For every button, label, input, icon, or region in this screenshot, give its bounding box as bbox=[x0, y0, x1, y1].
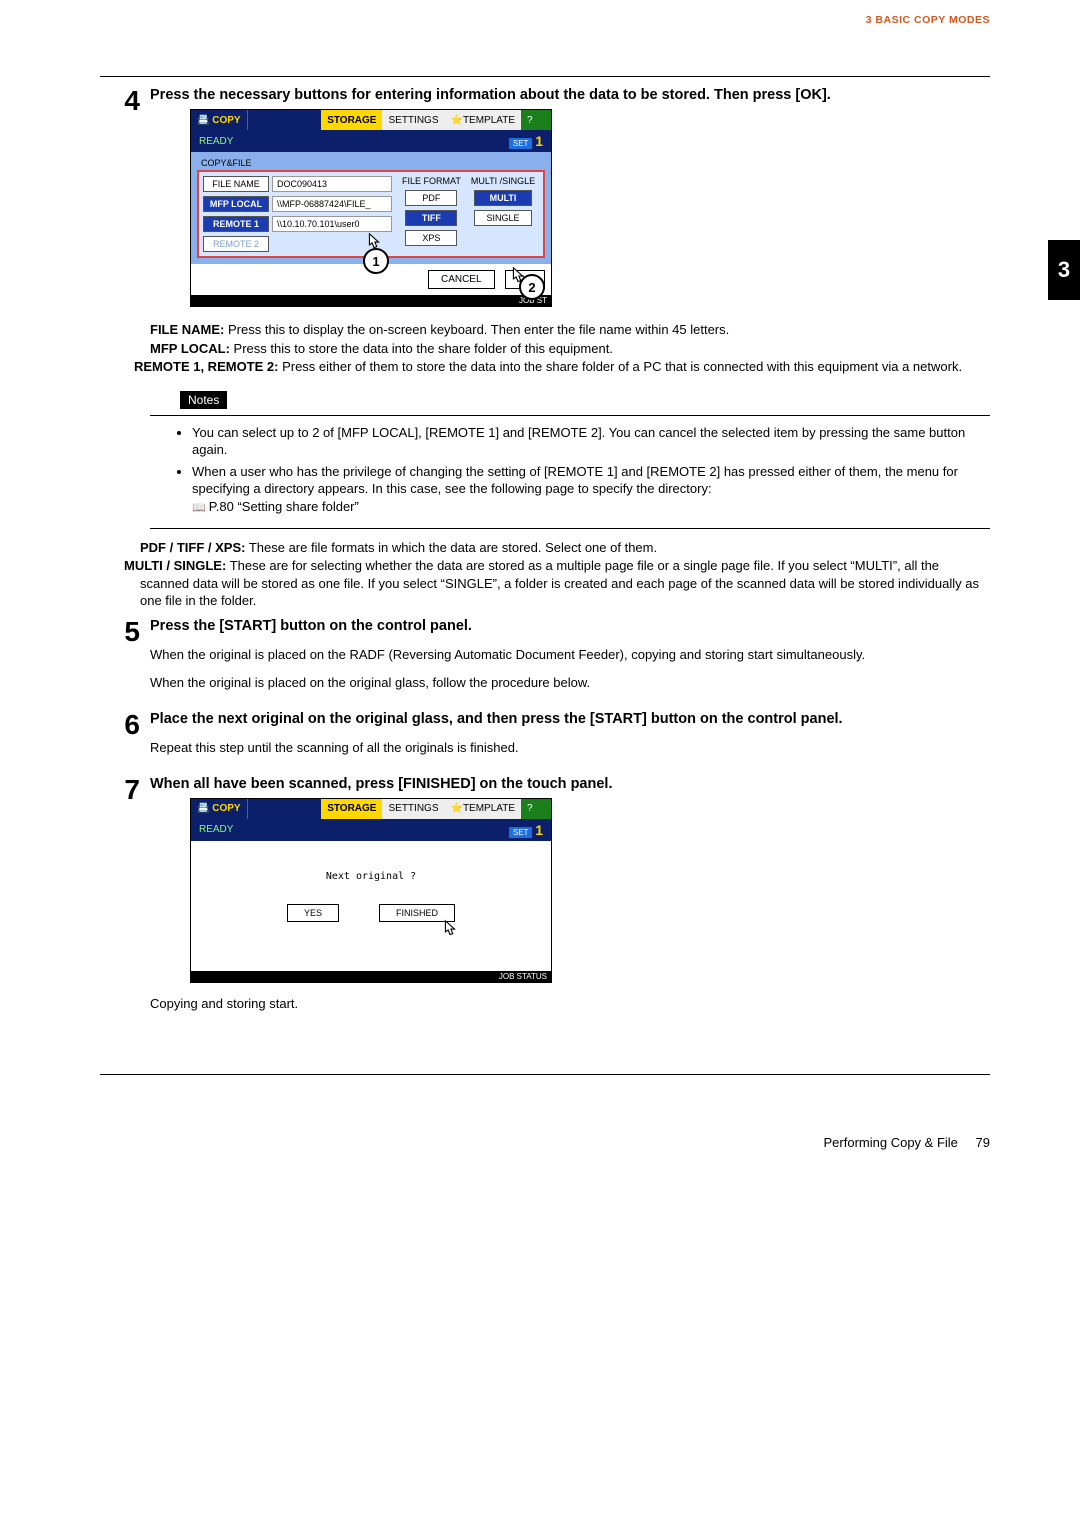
format-xps-button[interactable]: XPS bbox=[405, 230, 457, 246]
set-label: SET bbox=[509, 827, 533, 838]
mfp-local-button[interactable]: MFP LOCAL bbox=[203, 196, 269, 212]
tab-storage[interactable]: STORAGE bbox=[321, 799, 382, 819]
remote1-button[interactable]: REMOTE 1 bbox=[203, 216, 269, 232]
single-button[interactable]: SINGLE bbox=[474, 210, 532, 226]
book-ref-icon bbox=[192, 499, 209, 514]
tab-settings[interactable]: SETTINGS bbox=[382, 110, 444, 130]
format-tiff-button[interactable]: TIFF bbox=[405, 210, 457, 226]
def-format-text: These are file formats in which the data… bbox=[245, 540, 657, 555]
note-item: You can select up to 2 of [MFP LOCAL], [… bbox=[192, 424, 982, 459]
step-number: 6 bbox=[100, 711, 150, 768]
def-multisingle-label: MULTI / SINGLE: bbox=[124, 558, 226, 573]
tab-copy[interactable]: 📇 COPY bbox=[191, 799, 248, 819]
remote1-path: \\10.10.70.101\user0 bbox=[272, 216, 392, 232]
step-7-title: When all have been scanned, press [FINIS… bbox=[150, 776, 990, 792]
def-multisingle-text: These are for selecting whether the data… bbox=[140, 558, 979, 608]
step-7-text: Copying and storing start. bbox=[150, 996, 990, 1011]
file-format-header: FILE FORMAT bbox=[402, 176, 461, 186]
set-count: 1 bbox=[535, 822, 543, 838]
copier-panel-next-original: 📇 COPY STORAGE SETTINGS ⭐TEMPLATE ? READ… bbox=[190, 798, 552, 983]
pointer-icon bbox=[439, 919, 461, 941]
def-file-name-label: FILE NAME: bbox=[150, 322, 224, 337]
job-status-button[interactable]: JOB STATUS bbox=[499, 972, 547, 981]
cancel-button[interactable]: CANCEL bbox=[428, 270, 495, 289]
yes-button[interactable]: YES bbox=[287, 904, 339, 922]
step-4-title: Press the necessary buttons for entering… bbox=[150, 87, 990, 103]
copy-icon: 📇 bbox=[197, 115, 209, 126]
callout-2: 2 bbox=[519, 274, 545, 300]
remote2-button[interactable]: REMOTE 2 bbox=[203, 236, 269, 252]
step-number: 4 bbox=[100, 87, 150, 317]
notes-box: You can select up to 2 of [MFP LOCAL], [… bbox=[150, 415, 990, 529]
tab-template[interactable]: ⭐TEMPLATE bbox=[445, 799, 522, 819]
mfp-local-path: \\MFP-06887424\FILE_ bbox=[272, 196, 392, 212]
tab-copy[interactable]: 📇 COPY bbox=[191, 110, 248, 130]
file-name-button[interactable]: FILE NAME bbox=[203, 176, 269, 192]
copy-icon: 📇 bbox=[197, 803, 209, 814]
step-5-text: When the original is placed on the RADF … bbox=[150, 647, 990, 662]
note-item: When a user who has the privilege of cha… bbox=[192, 463, 982, 516]
step-number: 5 bbox=[100, 618, 150, 703]
multi-button[interactable]: MULTI bbox=[474, 190, 532, 206]
tab-help[interactable]: ? bbox=[521, 799, 551, 819]
step-number: 7 bbox=[100, 776, 150, 1024]
step-6-title: Place the next original on the original … bbox=[150, 711, 990, 727]
set-label: SET bbox=[509, 138, 533, 149]
copier-panel-storage: 📇 COPY STORAGE SETTINGS ⭐TEMPLATE ? READ… bbox=[190, 109, 552, 307]
status-ready: READY bbox=[199, 136, 233, 147]
mode-sublabel: COPY&FILE bbox=[201, 158, 545, 168]
def-format-label: PDF / TIFF / XPS: bbox=[140, 540, 245, 555]
chapter-tab: 3 bbox=[1048, 240, 1080, 300]
bottom-rule bbox=[100, 1074, 990, 1075]
footer-page-number: 79 bbox=[976, 1135, 990, 1150]
set-count: 1 bbox=[535, 133, 543, 149]
def-mfp-local-label: MFP LOCAL: bbox=[150, 341, 230, 356]
next-original-message: Next original ? bbox=[191, 841, 551, 882]
file-name-field[interactable]: DOC090413 bbox=[272, 176, 392, 192]
note-ref: P.80 “Setting share folder” bbox=[209, 499, 359, 514]
header-breadcrumb: 3 BASIC COPY MODES bbox=[100, 14, 990, 26]
multi-single-header: MULTI /SINGLE bbox=[471, 176, 535, 186]
callout-1: 1 bbox=[363, 248, 389, 274]
step-6-text: Repeat this step until the scanning of a… bbox=[150, 740, 990, 755]
def-remote-label: REMOTE 1, REMOTE 2: bbox=[134, 359, 278, 374]
footer-section: Performing Copy & File bbox=[824, 1135, 958, 1150]
def-mfp-local-text: Press this to store the data into the sh… bbox=[230, 341, 613, 356]
def-remote-text: Press either of them to store the data i… bbox=[278, 359, 962, 374]
step-5-title: Press the [START] button on the control … bbox=[150, 618, 990, 634]
notes-heading: Notes bbox=[180, 391, 227, 409]
tab-template[interactable]: ⭐TEMPLATE bbox=[445, 110, 522, 130]
tab-help[interactable]: ? bbox=[521, 110, 551, 130]
top-rule bbox=[100, 76, 990, 77]
tab-storage[interactable]: STORAGE bbox=[321, 110, 382, 130]
step-5-text: When the original is placed on the origi… bbox=[150, 675, 990, 690]
def-file-name-text: Press this to display the on-screen keyb… bbox=[224, 322, 729, 337]
status-ready: READY bbox=[199, 824, 233, 835]
tab-settings[interactable]: SETTINGS bbox=[382, 799, 444, 819]
format-pdf-button[interactable]: PDF bbox=[405, 190, 457, 206]
